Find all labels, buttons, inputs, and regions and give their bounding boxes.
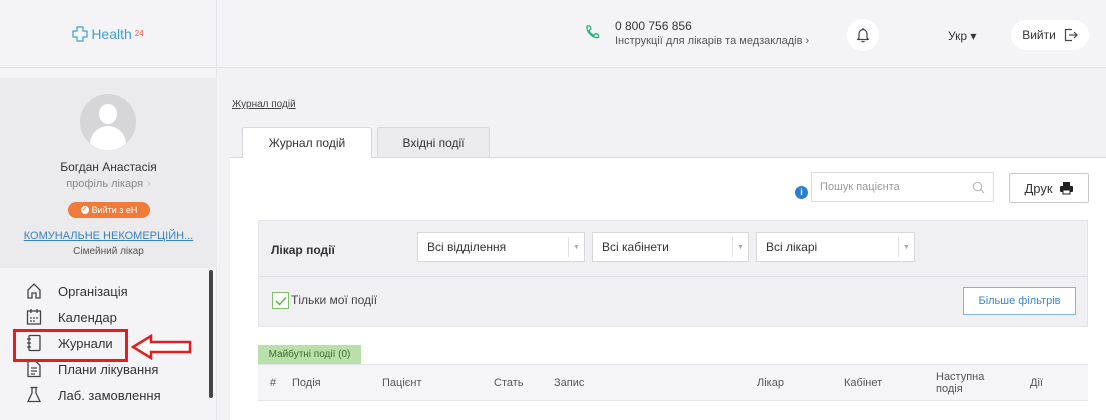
events-table-header: # Подія Пацієнт Стать Запис Лікар Кабіне… xyxy=(258,364,1088,401)
cabinet-select-value: Всі кабінети xyxy=(602,240,669,254)
search-input[interactable] xyxy=(812,173,962,201)
column-header-gender[interactable]: Стать xyxy=(494,377,524,389)
print-button[interactable]: Друк xyxy=(1009,173,1089,203)
column-header-event[interactable]: Подія xyxy=(292,377,321,389)
caret-down-icon: ▾ xyxy=(970,29,977,43)
logo[interactable]: Health 24 xyxy=(72,25,144,42)
notifications-button[interactable] xyxy=(847,19,879,51)
doctor-name: Богдан Анастасія xyxy=(60,160,157,174)
sidebar-item-lab-orders[interactable]: Лаб. замовлення xyxy=(0,382,217,408)
breadcrumb[interactable]: Журнал подій xyxy=(232,99,296,110)
language-label: Укр xyxy=(948,29,968,43)
avatar[interactable] xyxy=(80,94,136,150)
column-header-record[interactable]: Запис xyxy=(554,377,584,389)
phone-icon xyxy=(586,25,600,39)
cabinet-select[interactable]: Всі кабінети ▼ xyxy=(592,232,749,262)
sidebar-item-label: Лаб. замовлення xyxy=(58,387,161,403)
chevron-down-icon: ▼ xyxy=(568,237,584,257)
organization-link[interactable]: КОМУНАЛЬНЕ НЕКОМЕРЦІЙН... xyxy=(0,230,217,242)
home-icon xyxy=(27,283,41,299)
column-header-actions: Дії xyxy=(1030,377,1043,389)
logout-icon xyxy=(1064,28,1078,42)
column-header-patient[interactable]: Пацієнт xyxy=(382,377,422,389)
instructions-link[interactable]: Інструкції для лікарів та медзакладів › xyxy=(615,35,809,47)
annotation-arrow-icon xyxy=(131,334,192,360)
column-header-number: # xyxy=(270,377,277,389)
sidebar-item-calendar[interactable]: Календар xyxy=(0,304,217,330)
doctor-role: Сімейний лікар xyxy=(73,246,144,257)
instructions-label: Інструкції для лікарів та медзакладів xyxy=(615,35,803,47)
logout-button[interactable]: Вийти xyxy=(1011,20,1089,50)
checkmark-icon xyxy=(274,296,287,306)
sidebar-scrollbar[interactable] xyxy=(209,270,213,398)
print-label: Друк xyxy=(1024,180,1053,196)
logout-label: Вийти xyxy=(1022,28,1056,42)
patient-search xyxy=(811,172,994,202)
sidebar-item-label: Календар xyxy=(58,309,117,325)
department-select[interactable]: Всі відділення ▼ xyxy=(417,232,585,262)
exit-eh-button[interactable]: ✓ Вийти з еН xyxy=(68,202,150,218)
top-header: 0 800 756 856 Інструкції для лікарів та … xyxy=(218,0,1106,68)
calendar-icon xyxy=(26,309,42,325)
chevron-right-icon: › xyxy=(147,178,151,190)
doctor-profile-label: профіль лікаря xyxy=(66,178,144,190)
flask-icon xyxy=(26,386,42,403)
logo-bar: Health 24 xyxy=(0,0,216,68)
sidebar-item-label: Організація xyxy=(58,283,128,299)
bell-icon xyxy=(856,28,870,43)
filter-label-event-doctor: Лікар події xyxy=(271,243,335,257)
check-circle-icon: ✓ xyxy=(80,206,89,214)
tab-incoming-events[interactable]: Вхідні події xyxy=(377,127,490,157)
doctor-profile-link[interactable]: профіль лікаря › xyxy=(0,178,217,190)
column-header-doctor[interactable]: Лікар xyxy=(757,377,784,389)
logo-sup: 24 xyxy=(134,29,144,38)
printer-icon xyxy=(1059,182,1073,195)
search-icon[interactable] xyxy=(972,181,985,194)
exit-eh-label: Вийти з еН xyxy=(91,205,138,215)
filters-divider xyxy=(259,276,1087,277)
column-header-cabinet[interactable]: Кабінет xyxy=(844,377,882,389)
profile-card: Богдан Анастасія профіль лікаря › ✓ Вийти… xyxy=(0,78,217,268)
chevron-right-icon: › xyxy=(802,35,810,47)
sidebar-item-organization[interactable]: Організація xyxy=(0,278,217,304)
chevron-down-icon: ▼ xyxy=(732,237,748,257)
department-select-value: Всі відділення xyxy=(427,240,507,254)
only-my-events-label[interactable]: Тільки мої події xyxy=(291,293,377,307)
more-filters-button[interactable]: Більше фільтрів xyxy=(963,287,1076,315)
language-select[interactable]: Укр ▾ xyxy=(948,29,976,43)
sidebar-item-label: Плани лікування xyxy=(58,361,159,377)
support-phone[interactable]: 0 800 756 856 xyxy=(615,19,692,33)
treatment-plan-icon xyxy=(27,360,41,378)
only-my-events-checkbox[interactable] xyxy=(272,292,289,309)
doctor-select[interactable]: Всі лікарі ▼ xyxy=(756,232,915,262)
filters-panel: Лікар події Всі відділення ▼ Всі кабінет… xyxy=(258,220,1088,327)
doctor-select-value: Всі лікарі xyxy=(766,240,818,254)
logo-cross-icon xyxy=(72,25,88,42)
logo-text: Health xyxy=(91,25,132,42)
info-icon[interactable]: i xyxy=(795,186,808,199)
chevron-down-icon: ▼ xyxy=(898,237,914,257)
upcoming-events-badge[interactable]: Майбутні події (0) xyxy=(258,345,361,364)
annotation-highlight-box xyxy=(13,329,128,362)
column-header-next-event[interactable]: Наступна подія xyxy=(936,371,996,395)
tab-event-journal[interactable]: Журнал подій xyxy=(242,127,372,158)
